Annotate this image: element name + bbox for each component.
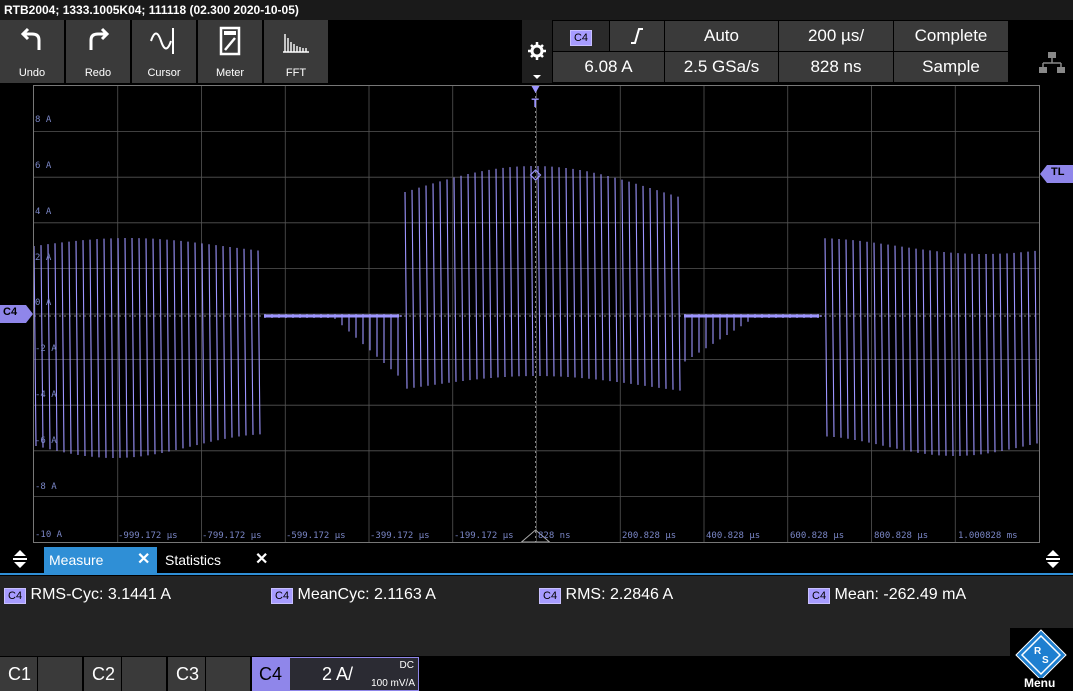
logo-letter-r: R: [1034, 646, 1042, 657]
meter-label: Meter: [215, 67, 245, 79]
sample-rate[interactable]: 2.5 GSa/s: [665, 52, 778, 82]
y-label: -2 A: [35, 344, 57, 354]
redo-label: Redo: [84, 67, 112, 79]
channel-c4-settings[interactable]: 2 A/ DC 100 mV/A: [289, 657, 419, 691]
redo-button[interactable]: Redo: [66, 20, 130, 83]
y-label: -10 A: [35, 530, 63, 540]
measurement-panel: C4 RMS-Cyc: 3.1441 A C4 MeanCyc: 2.1163 …: [0, 576, 1073, 656]
tab-statistics[interactable]: Statistics ✕: [160, 547, 273, 573]
c4-marker-label: C4: [3, 306, 18, 318]
meter-icon: [219, 26, 241, 56]
measurement-rms[interactable]: C4 RMS: 2.2846 A: [539, 586, 673, 604]
measurement-text: Mean: -262.49 mA: [834, 586, 967, 603]
measurement-mean[interactable]: C4 Mean: -262.49 mA: [808, 586, 966, 604]
x-label: -199.172 µs: [454, 531, 514, 541]
trigger-position-label: T: [532, 96, 540, 110]
c4-scale: 2 A/: [322, 664, 354, 684]
c4-probe: 100 mV/A: [371, 678, 415, 689]
x-label: 828 ns: [538, 531, 571, 541]
channel-tag: C4: [4, 588, 27, 604]
channel-c1-settings[interactable]: [38, 657, 82, 691]
cursor-label: Cursor: [147, 67, 181, 79]
logo-letter-s: S: [1042, 655, 1049, 666]
tl-marker-label: TL: [1051, 166, 1065, 178]
y-label: 6 A: [35, 161, 52, 171]
channel-c4-button[interactable]: C4: [252, 657, 289, 691]
trigger-level-marker[interactable]: TL: [1040, 165, 1073, 183]
menu-button[interactable]: R S Menu: [1010, 628, 1073, 691]
menu-label: Menu: [1024, 676, 1056, 690]
waveform-display[interactable]: T: [33, 85, 1040, 543]
cursor-button[interactable]: Cursor: [132, 20, 196, 83]
tab-measure-label: Measure: [49, 552, 104, 568]
y-label: -6 A: [35, 436, 57, 446]
trigger-source[interactable]: C4: [553, 21, 609, 51]
acquisition-mode[interactable]: Sample: [894, 52, 1008, 82]
horizontal-offset[interactable]: 828 ns: [779, 52, 893, 82]
close-icon[interactable]: ✕: [255, 547, 268, 573]
fft-icon: [283, 34, 309, 53]
channel-c1-button[interactable]: C1: [0, 657, 37, 691]
x-label: 400.828 µs: [706, 531, 761, 541]
network-icon: [1039, 52, 1065, 73]
y-label: 0 A: [35, 298, 52, 308]
tab-measure[interactable]: Measure ✕: [44, 547, 157, 573]
x-label: -999.172 µs: [118, 531, 178, 541]
analysis-tab-bar: Measure ✕ Statistics ✕: [0, 545, 1073, 575]
y-label: -4 A: [35, 390, 57, 400]
channel-c2-settings[interactable]: [122, 657, 166, 691]
x-label: -799.172 µs: [202, 531, 262, 541]
y-label: 8 A: [35, 115, 52, 125]
trigger-mode[interactable]: Auto: [665, 21, 778, 51]
x-label: 800.828 µs: [874, 531, 929, 541]
x-label: 1.000828 ms: [958, 531, 1018, 541]
resize-up-down-icon[interactable]: [0, 545, 40, 573]
measurement-text: RMS-Cyc: 3.1441 A: [30, 586, 172, 603]
acquisition-status[interactable]: Complete: [894, 21, 1008, 51]
trigger-level[interactable]: 6.08 A: [553, 52, 664, 82]
waveform-canvas: T: [33, 86, 1039, 543]
channel-tag: C4: [808, 588, 831, 604]
y-label: 2 A: [35, 253, 52, 263]
x-label: 200.828 µs: [622, 531, 677, 541]
channel-offset-marker[interactable]: C4: [0, 305, 33, 323]
close-icon[interactable]: ✕: [137, 547, 150, 573]
undo-icon: [20, 27, 41, 50]
channel-bar: C1 C2 C3 C4 2 A/ DC 100 mV/A: [0, 656, 1073, 691]
fft-label: FFT: [285, 67, 307, 79]
channel-tag: C4: [539, 588, 562, 604]
trigger-channel-tag: C4: [569, 30, 593, 46]
measurement-text: MeanCyc: 2.1163 A: [297, 586, 436, 603]
c4-coupling: DC: [399, 660, 414, 671]
channel-tag: C4: [271, 588, 294, 604]
resize-up-down-icon[interactable]: [1033, 545, 1073, 573]
trigger-position-marker: [531, 86, 540, 93]
meter-button[interactable]: Meter: [198, 20, 262, 83]
channel-c3-settings[interactable]: [206, 657, 250, 691]
timebase[interactable]: 200 µs/: [779, 21, 893, 51]
measurement-rms-cyc[interactable]: C4 RMS-Cyc: 3.1441 A: [4, 586, 171, 604]
settings-button[interactable]: [522, 20, 552, 83]
channel-c2-button[interactable]: C2: [84, 657, 121, 691]
channel-c3-button[interactable]: C3: [168, 657, 205, 691]
x-label: -599.172 µs: [286, 531, 346, 541]
trigger-slope[interactable]: [610, 21, 664, 51]
x-label: -399.172 µs: [370, 531, 430, 541]
measurement-text: RMS: 2.2846 A: [565, 586, 674, 603]
y-label: 4 A: [35, 207, 52, 217]
gear-icon: [528, 42, 546, 79]
rising-edge-icon: [631, 28, 643, 44]
rs-logo-icon: R S: [1015, 629, 1067, 681]
y-label: -8 A: [35, 482, 57, 492]
undo-label: Undo: [18, 67, 46, 79]
tab-statistics-label: Statistics: [165, 552, 222, 568]
x-label: 600.828 µs: [790, 531, 845, 541]
sine-icon: [150, 28, 174, 54]
title-bar: RTB2004; 1333.1005K04; 111118 (02.300 20…: [0, 0, 1073, 20]
fft-button[interactable]: FFT: [264, 20, 328, 83]
undo-button[interactable]: Undo: [0, 20, 64, 83]
measurement-mean-cyc[interactable]: C4 MeanCyc: 2.1163 A: [271, 586, 436, 604]
redo-icon: [89, 27, 110, 50]
